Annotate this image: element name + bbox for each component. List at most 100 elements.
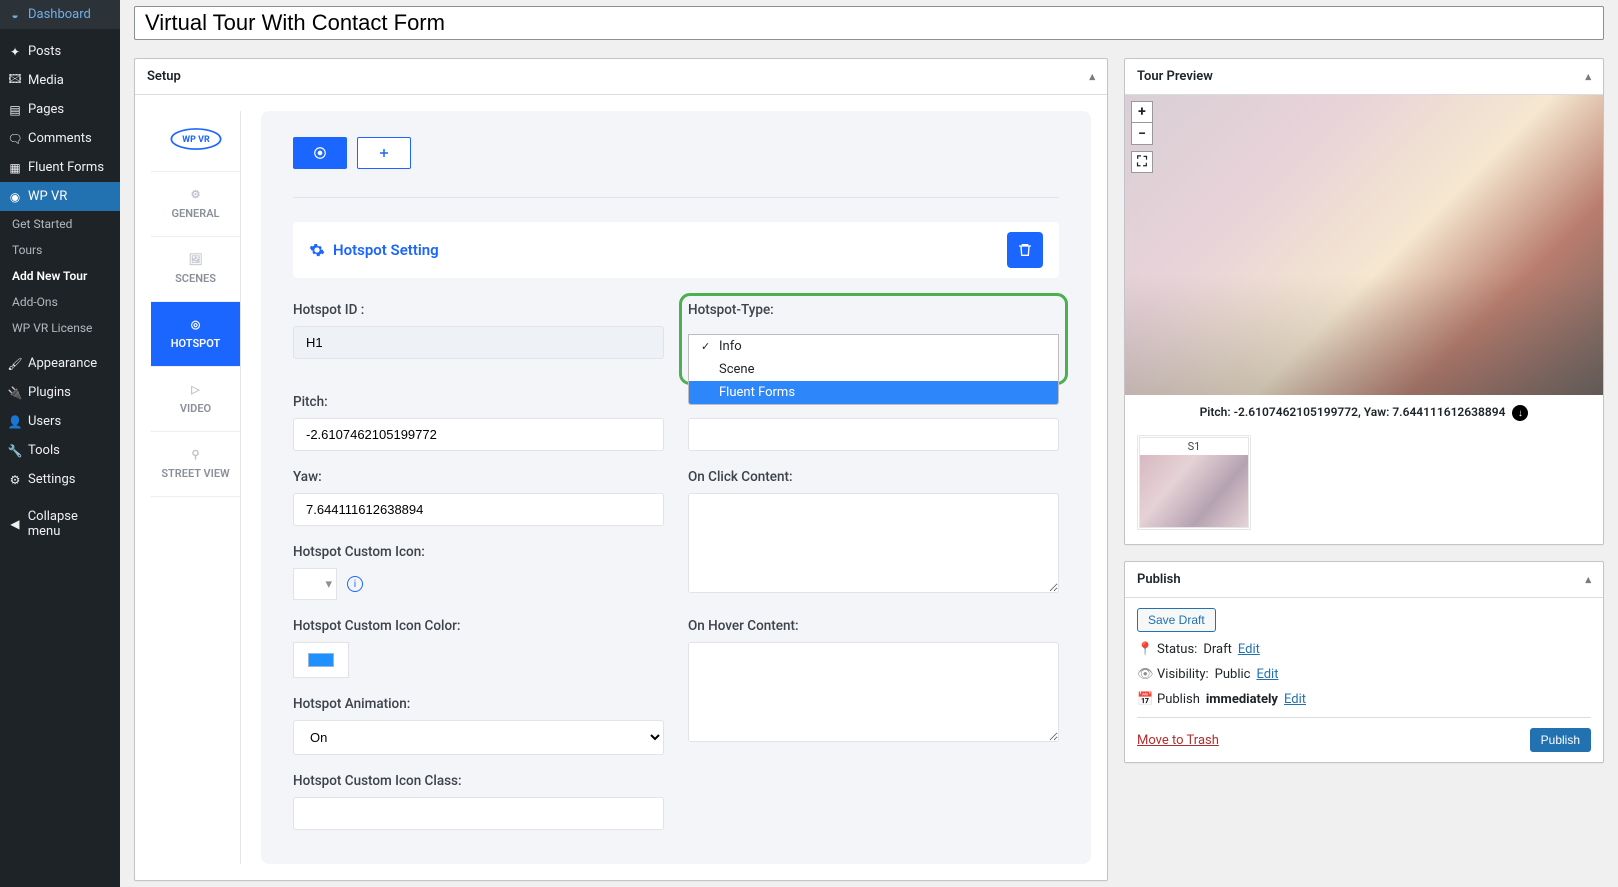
zoom-in-button[interactable]: +: [1131, 101, 1153, 123]
hotspot-id-input[interactable]: [293, 326, 664, 359]
info-icon[interactable]: i: [347, 576, 363, 592]
preview-metabox: Tour Preview ▴ + − ⛶ Pitch: -2.6107: [1124, 58, 1604, 545]
onclick-textarea[interactable]: [688, 493, 1059, 593]
edit-visibility-link[interactable]: Edit: [1256, 667, 1278, 682]
scene-thumbnail[interactable]: S1: [1137, 435, 1251, 530]
wrench-icon: 🔧: [8, 444, 22, 458]
collapse-panel-icon[interactable]: ▴: [1585, 573, 1591, 586]
onhover-label: On Hover Content:: [688, 618, 1059, 634]
submenu-add-new-tour[interactable]: Add New Tour: [0, 263, 120, 289]
icon-class-input[interactable]: [293, 797, 664, 830]
tour-title-input[interactable]: [134, 6, 1604, 40]
tab-video[interactable]: ▷ VIDEO: [151, 367, 240, 432]
tab-label: VIDEO: [180, 402, 211, 415]
tab-scenes[interactable]: 🖼 SCENES: [151, 237, 240, 302]
hotspot-id-label: Hotspot ID :: [293, 302, 664, 318]
edit-status-link[interactable]: Edit: [1238, 642, 1260, 657]
collapse-icon: ◀: [8, 517, 22, 531]
custom-icon-color-picker[interactable]: [293, 642, 349, 678]
menu-label: Plugins: [28, 385, 71, 400]
menu-label: Tools: [28, 443, 60, 458]
hidden-right-input[interactable]: [688, 418, 1059, 451]
menu-users[interactable]: 👤Users: [0, 407, 120, 436]
schedule-value: immediately: [1206, 692, 1278, 707]
submenu-license[interactable]: WP VR License: [0, 315, 120, 341]
menu-comments[interactable]: 🗨Comments: [0, 124, 120, 153]
menu-label: Collapse menu: [28, 509, 112, 539]
submenu-tours[interactable]: Tours: [0, 237, 120, 263]
tab-label: SCENES: [175, 272, 216, 285]
move-to-trash-link[interactable]: Move to Trash: [1137, 733, 1219, 748]
tab-general[interactable]: ⚙GENERAL: [151, 172, 240, 237]
form-icon: ▦: [8, 161, 22, 175]
zoom-out-button[interactable]: −: [1131, 123, 1153, 145]
check-icon: ✓: [701, 340, 713, 353]
menu-plugins[interactable]: 🔌Plugins: [0, 378, 120, 407]
menu-label: Pages: [28, 102, 64, 117]
media-icon: 🖾: [8, 74, 22, 88]
pitch-input[interactable]: [293, 418, 664, 451]
delete-hotspot-button[interactable]: [1007, 232, 1043, 268]
save-draft-button[interactable]: Save Draft: [1137, 608, 1216, 632]
custom-icon-label: Hotspot Custom Icon:: [293, 544, 664, 560]
menu-fluentforms[interactable]: ▦Fluent Forms: [0, 153, 120, 182]
hotspot-type-option-fluentforms[interactable]: Fluent Forms: [689, 381, 1058, 404]
menu-settings[interactable]: ⚙Settings: [0, 465, 120, 494]
menu-wpvr[interactable]: ◉WP VR: [0, 182, 120, 211]
current-hotspot-button[interactable]: [293, 137, 347, 169]
user-icon: 👤: [8, 415, 22, 429]
hotspot-type-dropdown[interactable]: ✓Info Scene Fluent Forms: [688, 334, 1059, 405]
sliders-icon: ⚙: [8, 473, 22, 487]
collapse-panel-icon[interactable]: ▴: [1585, 70, 1591, 83]
menu-label: Appearance: [28, 356, 97, 371]
tab-hotspot[interactable]: ◎HOTSPOT: [151, 302, 240, 367]
target-icon: ◎: [155, 318, 236, 331]
edit-schedule-link[interactable]: Edit: [1284, 692, 1306, 707]
gear-icon: ⚙: [155, 188, 236, 201]
menu-tools[interactable]: 🔧 Tools: [0, 436, 120, 465]
status-label: Status:: [1157, 642, 1197, 657]
add-hotspot-button[interactable]: [357, 137, 411, 169]
menu-media[interactable]: 🖾Media: [0, 66, 120, 95]
color-swatch: [308, 653, 334, 667]
page-icon: ▤: [8, 103, 22, 117]
hotspot-type-label: Hotspot-Type:: [688, 302, 1059, 318]
video-icon: ▷: [155, 383, 236, 396]
onhover-textarea[interactable]: [688, 642, 1059, 742]
submenu-get-started[interactable]: Get Started: [0, 211, 120, 237]
hotspot-type-option-info[interactable]: ✓Info: [689, 335, 1058, 358]
setup-metabox: Setup ▴ WP VR ⚙GENERAL 🖼SCENES ◎HOTSPOT …: [134, 58, 1108, 881]
tab-streetview[interactable]: ⚲STREET VIEW: [151, 432, 240, 497]
image-icon: 🖼: [155, 253, 236, 266]
panorama-preview[interactable]: + − ⛶: [1125, 95, 1603, 395]
publish-button[interactable]: Publish: [1530, 728, 1591, 752]
hotspot-type-option-scene[interactable]: Scene: [689, 358, 1058, 381]
eye-icon: 👁: [1137, 667, 1151, 682]
menu-dashboard[interactable]: ◒ Dashboard: [0, 0, 120, 29]
menu-label: Dashboard: [28, 7, 91, 22]
custom-icon-color-label: Hotspot Custom Icon Color:: [293, 618, 664, 634]
menu-label: Posts: [28, 44, 61, 59]
publish-title: Publish: [1137, 572, 1181, 587]
onclick-label: On Click Content:: [688, 469, 1059, 485]
preview-title: Tour Preview: [1137, 69, 1213, 84]
gauge-icon: ◒: [8, 8, 22, 22]
submenu-addons[interactable]: Add-Ons: [0, 289, 120, 315]
setup-title: Setup: [147, 69, 181, 84]
download-icon[interactable]: ↓: [1512, 405, 1528, 421]
collapse-panel-icon[interactable]: ▴: [1089, 70, 1095, 83]
animation-label: Hotspot Animation:: [293, 696, 664, 712]
menu-posts[interactable]: ✦Posts: [0, 37, 120, 66]
animation-select[interactable]: On: [293, 720, 664, 755]
custom-icon-picker[interactable]: ▾: [293, 568, 337, 600]
menu-pages[interactable]: ▤ Pages: [0, 95, 120, 124]
comment-icon: 🗨: [8, 132, 22, 146]
fullscreen-button[interactable]: ⛶: [1131, 151, 1153, 173]
calendar-icon: 📅: [1137, 692, 1151, 707]
publish-metabox: Publish ▴ Save Draft 📍 Status: Draft Edi…: [1124, 561, 1604, 763]
menu-appearance[interactable]: 🖌 Appearance: [0, 349, 120, 378]
yaw-input[interactable]: [293, 493, 664, 526]
brush-icon: 🖌: [8, 357, 22, 371]
scene-thumb-image: [1140, 455, 1248, 527]
menu-collapse[interactable]: ◀ Collapse menu: [0, 502, 120, 546]
